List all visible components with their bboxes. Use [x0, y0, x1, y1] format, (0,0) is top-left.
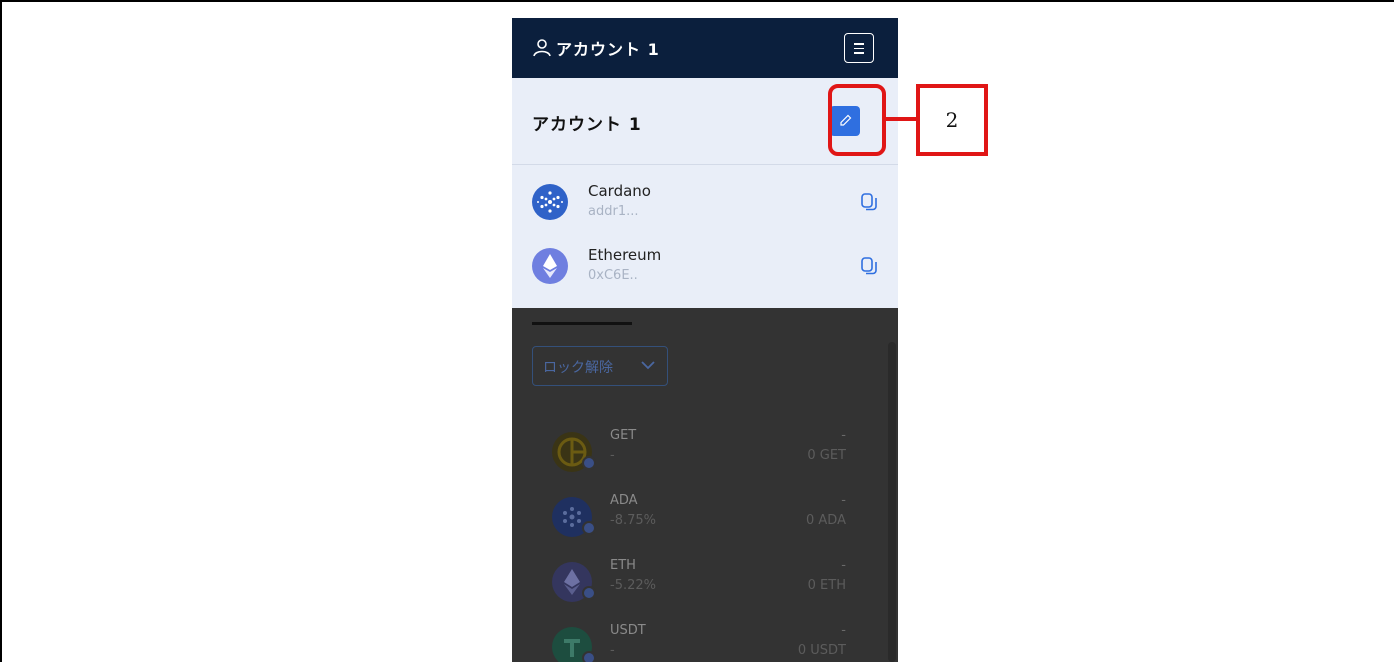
token-symbol: ADA	[610, 493, 638, 508]
token-change: -	[610, 448, 615, 463]
app-header: アカウント 1	[512, 18, 898, 78]
lock-filter-select[interactable]: ロック解除	[532, 346, 668, 386]
tab-indicator	[532, 322, 632, 325]
token-balance: 0 USDT	[797, 643, 846, 658]
frame-border-left	[0, 0, 2, 662]
chain-address: 0xC6E..	[588, 268, 638, 283]
token-fiat-value: -	[841, 558, 846, 573]
token-row[interactable]: USDT - - 0 USDT	[512, 615, 898, 662]
token-fiat-value: -	[841, 623, 846, 638]
chevron-down-icon	[641, 361, 655, 370]
chain-address-row: Cardano addr1...	[512, 178, 898, 228]
network-badge-icon	[582, 521, 596, 535]
account-name: アカウント 1	[532, 115, 642, 135]
chain-address: addr1...	[588, 204, 639, 219]
token-symbol: ETH	[610, 558, 636, 573]
ethereum-icon	[532, 248, 568, 284]
cardano-icon	[532, 184, 568, 220]
token-balance: 0 GET	[807, 448, 846, 463]
token-balance: 0 ETH	[807, 578, 846, 593]
token-fiat-value: -	[841, 428, 846, 443]
token-row[interactable]: GET - - 0 GET	[512, 420, 898, 480]
token-balance: 0 ADA	[806, 513, 846, 528]
copy-icon[interactable]	[860, 256, 878, 276]
network-badge-icon	[582, 651, 596, 662]
chain-name: Ethereum	[588, 246, 662, 264]
copy-icon[interactable]	[860, 192, 878, 212]
highlight-connector	[886, 117, 916, 121]
highlight-box	[828, 84, 886, 156]
menu-button[interactable]	[844, 33, 874, 63]
token-symbol: GET	[610, 428, 637, 443]
header-title: アカウント 1	[556, 40, 660, 59]
network-badge-icon	[582, 456, 596, 470]
chain-address-row: Ethereum 0xC6E..	[512, 242, 898, 292]
user-icon	[533, 39, 551, 57]
token-change: -5.22%	[610, 578, 656, 593]
frame-border-top	[0, 0, 1394, 2]
filter-selected-label: ロック解除	[543, 360, 613, 376]
token-fiat-value: -	[841, 493, 846, 508]
step-number-label: 2	[916, 84, 988, 156]
chain-name: Cardano	[588, 182, 651, 200]
token-row[interactable]: ETH -5.22% - 0 ETH	[512, 550, 898, 610]
network-badge-icon	[582, 586, 596, 600]
token-change: -	[610, 643, 615, 658]
dimmed-background: ロック解除 GET - - 0 GET ADA -8.75% - 0 ADA E…	[512, 308, 898, 662]
token-change: -8.75%	[610, 513, 656, 528]
step-number: 2	[945, 108, 959, 132]
token-row[interactable]: ADA -8.75% - 0 ADA	[512, 485, 898, 545]
token-symbol: USDT	[610, 623, 646, 638]
